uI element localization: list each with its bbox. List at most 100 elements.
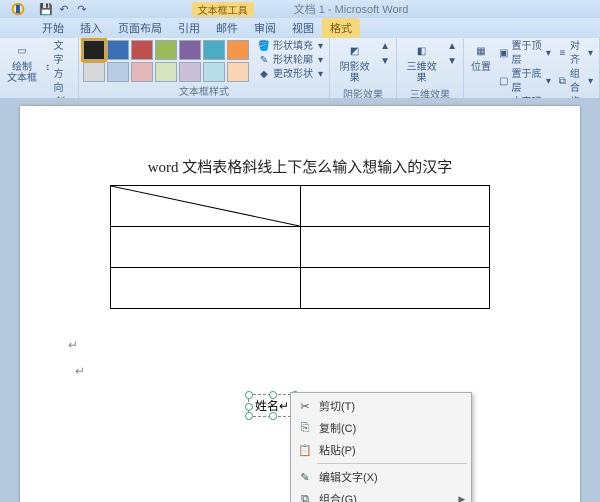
edit-icon: ✎ bbox=[297, 469, 313, 485]
table-cell[interactable] bbox=[300, 186, 490, 227]
style-swatch[interactable] bbox=[203, 62, 225, 82]
change-shape-button[interactable]: ◆更改形状▾ bbox=[256, 68, 325, 82]
submenu-arrow-icon: ▶ bbox=[458, 494, 465, 502]
group-icon: ⧉ bbox=[297, 491, 313, 502]
resize-handle[interactable] bbox=[245, 412, 253, 420]
tilt-down[interactable]: ▼ bbox=[445, 55, 459, 69]
page[interactable]: word 文档表格斜线上下怎么输入想输入的汉字 ↵ ↵ 姓名↵ bbox=[20, 106, 580, 502]
outline-icon: ✎ bbox=[258, 55, 270, 67]
align-icon: ≡ bbox=[558, 48, 567, 60]
document-area: word 文档表格斜线上下怎么输入想输入的汉字 ↵ ↵ 姓名↵ bbox=[0, 98, 600, 502]
align-button[interactable]: ≡对齐▾ bbox=[556, 40, 595, 68]
shadow-nudge-down[interactable]: ▼ bbox=[378, 55, 392, 69]
contextual-tab-label: 文本框工具 bbox=[192, 2, 254, 17]
style-gallery[interactable] bbox=[83, 40, 249, 82]
ctx-edit-text[interactable]: ✎编辑文字(X) bbox=[293, 466, 469, 488]
paragraph-mark: ↵ bbox=[75, 364, 85, 378]
style-swatch[interactable] bbox=[107, 62, 129, 82]
redo-icon[interactable]: ↷ bbox=[74, 1, 90, 17]
save-icon[interactable]: 💾 bbox=[38, 1, 54, 17]
style-swatch[interactable] bbox=[131, 40, 153, 60]
resize-handle[interactable] bbox=[245, 391, 253, 399]
document-table[interactable] bbox=[110, 185, 490, 309]
position-icon: ▦ bbox=[471, 41, 491, 61]
textbox-icon: ▭ bbox=[12, 41, 32, 61]
paragraph-mark: ↵ bbox=[68, 338, 78, 352]
group-styles-label: 文本框样式 bbox=[83, 82, 325, 98]
tab-insert[interactable]: 插入 bbox=[72, 18, 110, 38]
style-swatch[interactable] bbox=[131, 62, 153, 82]
table-cell[interactable] bbox=[111, 186, 301, 227]
group-shadow: ◩ 阴影效果 ▲ ▼ 阴影效果 bbox=[330, 38, 397, 98]
shape-outline-button[interactable]: ✎形状轮廓▾ bbox=[256, 54, 325, 68]
title-bar: 💾 ↶ ↷ 文本框工具 文档 1 - Microsoft Word bbox=[0, 0, 600, 18]
undo-icon[interactable]: ↶ bbox=[56, 1, 72, 17]
resize-handle[interactable] bbox=[269, 391, 277, 399]
tab-view[interactable]: 视图 bbox=[284, 18, 322, 38]
paste-icon: 📋 bbox=[297, 442, 313, 458]
resize-handle[interactable] bbox=[245, 403, 253, 411]
context-menu: ✂剪切(T) ⎘复制(C) 📋粘贴(P) ✎编辑文字(X) ⧉组合(G)▶ ▣叠… bbox=[290, 392, 472, 502]
tab-mailings[interactable]: 邮件 bbox=[208, 18, 246, 38]
group-arrange: ▦ 位置 ▣置于顶层▾ ▢置于底层▾ ▤文字环绕▾ ≡对齐▾ ⧉组合▾ ⟳旋转▾… bbox=[464, 38, 600, 98]
table-cell[interactable] bbox=[300, 268, 490, 309]
shadow-button[interactable]: ◩ 阴影效果 bbox=[334, 40, 375, 85]
style-swatch[interactable] bbox=[227, 62, 249, 82]
tab-references[interactable]: 引用 bbox=[170, 18, 208, 38]
tilt-up[interactable]: ▲ bbox=[445, 40, 459, 54]
table-cell[interactable] bbox=[300, 227, 490, 268]
tab-format[interactable]: 格式 bbox=[322, 18, 360, 38]
text-direction-button[interactable]: ↕文字方向 bbox=[43, 40, 74, 96]
cube-icon: ◧ bbox=[412, 41, 432, 61]
selected-textbox[interactable]: 姓名↵ bbox=[248, 394, 296, 417]
document-heading: word 文档表格斜线上下怎么输入想输入的汉字 bbox=[60, 156, 540, 177]
diagonal-line bbox=[111, 186, 300, 226]
document-title: 文档 1 - Microsoft Word bbox=[294, 1, 409, 17]
tab-layout[interactable]: 页面布局 bbox=[110, 18, 170, 38]
text-direction-icon: ↕ bbox=[45, 62, 51, 74]
style-swatch[interactable] bbox=[155, 40, 177, 60]
copy-icon: ⎘ bbox=[297, 420, 313, 436]
ctx-paste[interactable]: 📋粘贴(P) bbox=[293, 439, 469, 461]
group-button[interactable]: ⧉组合▾ bbox=[556, 68, 595, 96]
group-text: ▭ 绘制 文本框 ↕文字方向 ⧉创建链接 文本 bbox=[0, 38, 79, 98]
fill-icon: 🪣 bbox=[258, 41, 270, 53]
ctx-separator bbox=[317, 463, 467, 464]
ctx-copy[interactable]: ⎘复制(C) bbox=[293, 417, 469, 439]
style-swatch[interactable] bbox=[179, 40, 201, 60]
style-swatch[interactable] bbox=[227, 40, 249, 60]
group-styles: 🪣形状填充▾ ✎形状轮廓▾ ◆更改形状▾ 文本框样式 bbox=[79, 38, 330, 98]
group-icon: ⧉ bbox=[558, 76, 567, 88]
shadow-icon: ◩ bbox=[345, 41, 365, 61]
table-cell[interactable] bbox=[111, 227, 301, 268]
tab-review[interactable]: 审阅 bbox=[246, 18, 284, 38]
change-shape-icon: ◆ bbox=[258, 69, 270, 81]
position-button[interactable]: ▦ 位置 bbox=[468, 40, 494, 74]
ctx-group[interactable]: ⧉组合(G)▶ bbox=[293, 488, 469, 502]
style-swatch[interactable] bbox=[179, 62, 201, 82]
style-swatch[interactable] bbox=[155, 62, 177, 82]
draw-textbox-button[interactable]: ▭ 绘制 文本框 bbox=[4, 40, 40, 85]
ribbon-tabs: 开始 插入 页面布局 引用 邮件 审阅 视图 格式 bbox=[0, 18, 600, 38]
shape-fill-button[interactable]: 🪣形状填充▾ bbox=[256, 40, 325, 54]
send-back-button[interactable]: ▢置于底层▾ bbox=[497, 68, 553, 96]
threed-button[interactable]: ◧ 三维效果 bbox=[401, 40, 442, 85]
style-swatch[interactable] bbox=[83, 62, 105, 82]
cut-icon: ✂ bbox=[297, 398, 313, 414]
style-swatch[interactable] bbox=[107, 40, 129, 60]
office-button[interactable] bbox=[2, 0, 34, 18]
ctx-cut[interactable]: ✂剪切(T) bbox=[293, 395, 469, 417]
quick-access-toolbar: 💾 ↶ ↷ bbox=[38, 1, 90, 17]
table-cell[interactable] bbox=[111, 268, 301, 309]
ribbon: ▭ 绘制 文本框 ↕文字方向 ⧉创建链接 文本 🪣形状填充▾ ✎形状轮廓▾ ◆更… bbox=[0, 38, 600, 99]
style-swatch[interactable] bbox=[203, 40, 225, 60]
tab-home[interactable]: 开始 bbox=[34, 18, 72, 38]
style-swatch[interactable] bbox=[83, 40, 105, 60]
textbox-text: 姓名 bbox=[255, 399, 279, 413]
back-icon: ▢ bbox=[499, 76, 508, 88]
group-3d: ◧ 三维效果 ▲ ▼ 三维效果 bbox=[397, 38, 464, 98]
front-icon: ▣ bbox=[499, 48, 508, 60]
resize-handle[interactable] bbox=[269, 412, 277, 420]
bring-front-button[interactable]: ▣置于顶层▾ bbox=[497, 40, 553, 68]
shadow-nudge-up[interactable]: ▲ bbox=[378, 40, 392, 54]
